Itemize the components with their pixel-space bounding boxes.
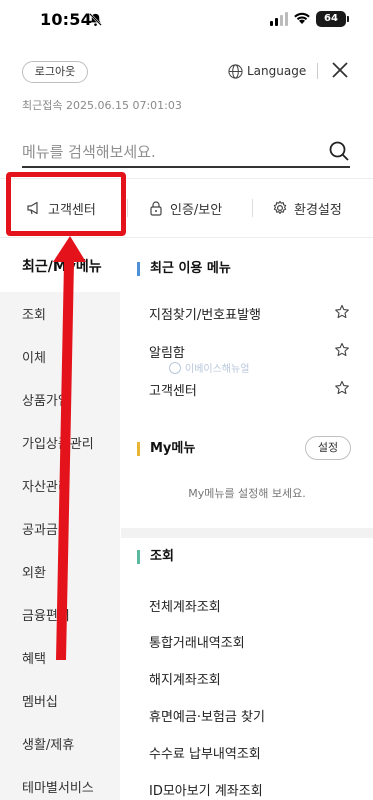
category-nav: 최근/My메뉴 조회 이체 상품가입 가입상품관리 자산관리 공과금 외환 금융… (0, 240, 120, 800)
inquiry-menu-item[interactable]: 수수료 납부내역조회 (149, 743, 261, 762)
category-item-recent-my[interactable]: 최근/My메뉴 (0, 240, 120, 292)
star-icon[interactable] (334, 342, 350, 358)
inquiry-menu-item[interactable]: 휴면예금·보험금 찾기 (149, 706, 265, 725)
header-divider (317, 63, 318, 79)
recent-menu-item[interactable]: 고객센터 (149, 380, 197, 399)
recent-menu-item[interactable]: 알림함 (149, 342, 185, 361)
inquiry-title: 조회 (137, 550, 174, 564)
category-item-benefits[interactable]: 혜택 (0, 636, 120, 679)
category-item-foreign-exchange[interactable]: 외환 (0, 550, 120, 593)
quick-menu-label: 인증/보안 (170, 202, 223, 218)
quick-menu-label: 환경설정 (294, 202, 342, 218)
watermark-text: 이베이스해뉴얼 (185, 364, 250, 375)
category-item-financial-convenience[interactable]: 금융편의 (0, 593, 120, 636)
auth-security-button[interactable]: 인증/보안 (148, 179, 222, 237)
globe-icon (228, 63, 243, 79)
my-menu-title: My메뉴 (137, 442, 195, 456)
category-item-transfer[interactable]: 이체 (0, 335, 120, 378)
last-login-info: 최근접속 2025.06.15 07:01:03 (22, 99, 182, 112)
inquiry-menu-item[interactable]: 전체계좌조회 (149, 596, 221, 615)
category-item-utility-bills[interactable]: 공과금 (0, 507, 120, 550)
category-item-inquiry[interactable]: 조회 (0, 292, 120, 335)
inquiry-menu-item[interactable]: 해지계좌조회 (149, 669, 221, 688)
language-label: Language (247, 64, 307, 78)
star-icon[interactable] (334, 380, 350, 396)
recent-menu-item[interactable]: 지점찾기/번호표발행 (149, 304, 261, 323)
lock-icon (150, 201, 162, 216)
watermark-logo-icon (169, 361, 181, 374)
wifi-icon (294, 12, 310, 24)
gear-icon (273, 200, 287, 214)
watermark: 이베이스해뉴얼 (169, 360, 249, 375)
category-item-product-management[interactable]: 가입상품관리 (0, 421, 120, 464)
category-item-theme-services[interactable]: 테마별서비스 (0, 765, 120, 800)
battery-indicator: 64 (316, 11, 349, 27)
language-button[interactable]: Language (228, 61, 306, 81)
status-time: 10:54 (40, 10, 92, 29)
inquiry-menu-item[interactable]: ID모아보기 계좌조회 (149, 780, 263, 799)
menu-content-panel: 최근 이용 메뉴 지점찾기/번호표발행 알림함 이베이스해뉴얼 고객센터 My메… (121, 240, 373, 800)
category-item-lifestyle[interactable]: 생활/제휴 (0, 722, 120, 765)
menu-search (22, 138, 350, 168)
search-icon[interactable] (328, 140, 350, 162)
settings-button[interactable]: 환경설정 (272, 179, 342, 237)
star-icon[interactable] (334, 304, 350, 320)
section-separator (121, 528, 373, 538)
category-item-products[interactable]: 상품가입 (0, 378, 120, 421)
quick-divider (127, 199, 128, 217)
bell-off-icon (89, 13, 102, 26)
my-menu-empty-text: My메뉴를 설정해 보세요. (188, 487, 306, 500)
quick-divider (252, 199, 253, 217)
close-icon[interactable] (330, 60, 350, 80)
logout-button[interactable]: 로그아웃 (22, 61, 88, 83)
highlight-annotation-box (6, 172, 126, 236)
my-menu-setting-button[interactable]: 설정 (305, 436, 351, 460)
search-input[interactable] (22, 138, 312, 166)
inquiry-menu-item[interactable]: 통합거래내역조회 (149, 632, 245, 651)
recent-menu-title: 최근 이용 메뉴 (137, 262, 231, 276)
category-item-membership[interactable]: 멤버십 (0, 679, 120, 722)
category-item-asset-management[interactable]: 자산관리 (0, 464, 120, 507)
cellular-signal-icon (270, 12, 288, 26)
status-bar: 10:54 64 (0, 0, 373, 40)
